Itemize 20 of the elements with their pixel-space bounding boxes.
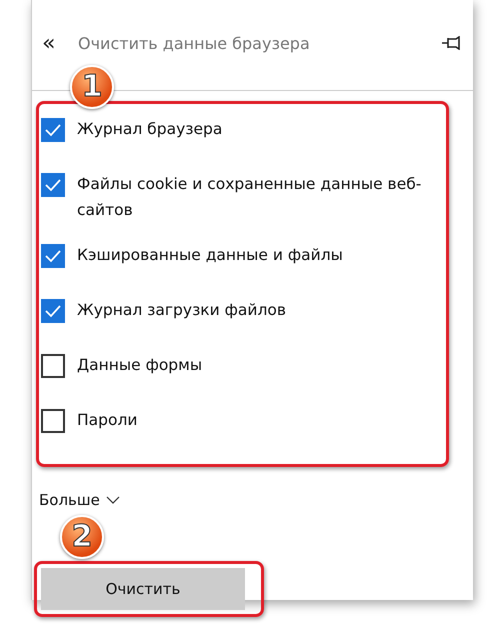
checkbox-label[interactable]: Пароли bbox=[77, 407, 138, 433]
clear-button[interactable]: Очистить bbox=[41, 568, 245, 610]
callout-badge: 2 bbox=[60, 515, 104, 559]
checkbox[interactable] bbox=[41, 299, 65, 323]
checkbox-label[interactable]: Файлы cookie и сохраненные данные веб-сайтов bbox=[77, 171, 446, 223]
back-button[interactable]: « bbox=[42, 30, 78, 56]
checkbox[interactable] bbox=[41, 118, 65, 142]
checkbox[interactable] bbox=[41, 409, 65, 433]
more-button[interactable]: Больше bbox=[39, 491, 120, 509]
checkbox[interactable] bbox=[41, 354, 65, 378]
pin-icon[interactable] bbox=[441, 36, 461, 50]
panel-title: Очистить данные браузера bbox=[78, 34, 311, 52]
checkbox[interactable] bbox=[41, 173, 65, 197]
checkbox-label[interactable]: Журнал браузера bbox=[77, 116, 222, 142]
checkbox-label[interactable]: Кэшированные данные и файлы bbox=[77, 242, 343, 268]
callout-badge: 1 bbox=[70, 65, 114, 109]
checkbox-label[interactable]: Журнал загрузки файлов bbox=[77, 297, 286, 323]
checkbox-label[interactable]: Данные формы bbox=[77, 352, 202, 378]
checkbox[interactable] bbox=[41, 244, 65, 268]
chevron-down-icon bbox=[106, 496, 120, 504]
